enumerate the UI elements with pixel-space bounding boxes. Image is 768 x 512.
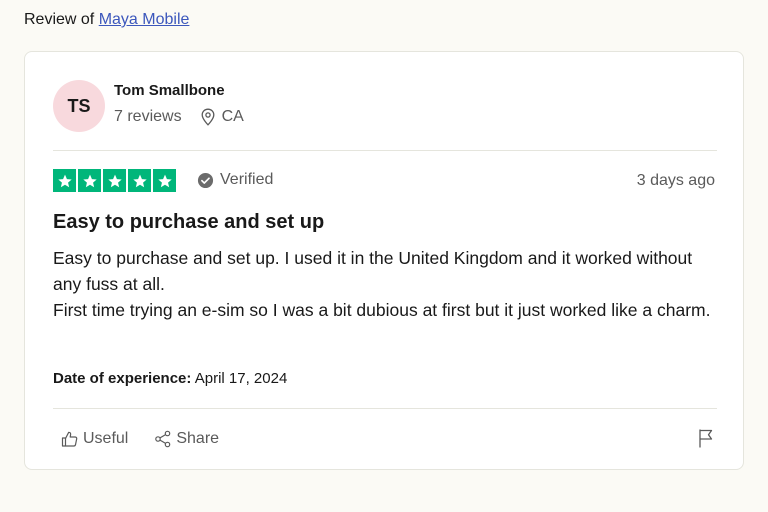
verified-badge[interactable]: Verified xyxy=(197,171,273,189)
verified-label: Verified xyxy=(220,171,274,188)
experience-date: April 17, 2024 xyxy=(194,370,288,387)
location-pin-icon xyxy=(200,108,216,126)
company-link[interactable]: Maya Mobile xyxy=(99,11,190,28)
share-label: Share xyxy=(176,430,220,447)
date-of-experience: Date of experience: April 17, 2024 xyxy=(53,370,287,387)
divider xyxy=(53,150,717,151)
review-body: Easy to purchase and set up. I used it i… xyxy=(53,245,723,323)
review-date: 3 days ago xyxy=(636,172,715,189)
avatar-initials: TS xyxy=(67,95,91,116)
review-paragraph: Easy to purchase and set up. I used it i… xyxy=(53,248,693,294)
share-icon xyxy=(154,430,172,448)
useful-label: Useful xyxy=(83,430,129,447)
star-icon xyxy=(128,169,151,192)
divider xyxy=(53,408,717,409)
star-rating xyxy=(53,169,176,192)
reviewer-location: CA xyxy=(221,108,244,125)
review-of-header: Review of Maya Mobile xyxy=(24,11,189,29)
check-circle-icon xyxy=(197,172,214,189)
review-actions: Useful Share xyxy=(61,430,219,448)
reviewer-name[interactable]: Tom Smallbone xyxy=(114,82,225,99)
avatar[interactable]: TS xyxy=(53,80,105,132)
report-button[interactable] xyxy=(697,428,715,453)
star-icon xyxy=(103,169,126,192)
star-icon xyxy=(78,169,101,192)
star-icon xyxy=(153,169,176,192)
reviews-count: 7 reviews xyxy=(114,108,182,125)
flag-icon xyxy=(697,428,715,453)
review-card: TS Tom Smallbone 7 reviews CA Verified 3… xyxy=(24,51,744,470)
thumbs-up-icon xyxy=(61,430,79,448)
reviewer-meta: 7 reviews CA xyxy=(114,108,244,126)
review-paragraph: First time trying an e-sim so I was a bi… xyxy=(53,300,711,320)
share-button[interactable]: Share xyxy=(154,430,219,448)
experience-label: Date of experience: xyxy=(53,370,192,387)
useful-button[interactable]: Useful xyxy=(61,430,128,448)
review-title: Easy to purchase and set up xyxy=(53,211,325,233)
star-icon xyxy=(53,169,76,192)
review-of-prefix: Review of xyxy=(24,11,95,28)
